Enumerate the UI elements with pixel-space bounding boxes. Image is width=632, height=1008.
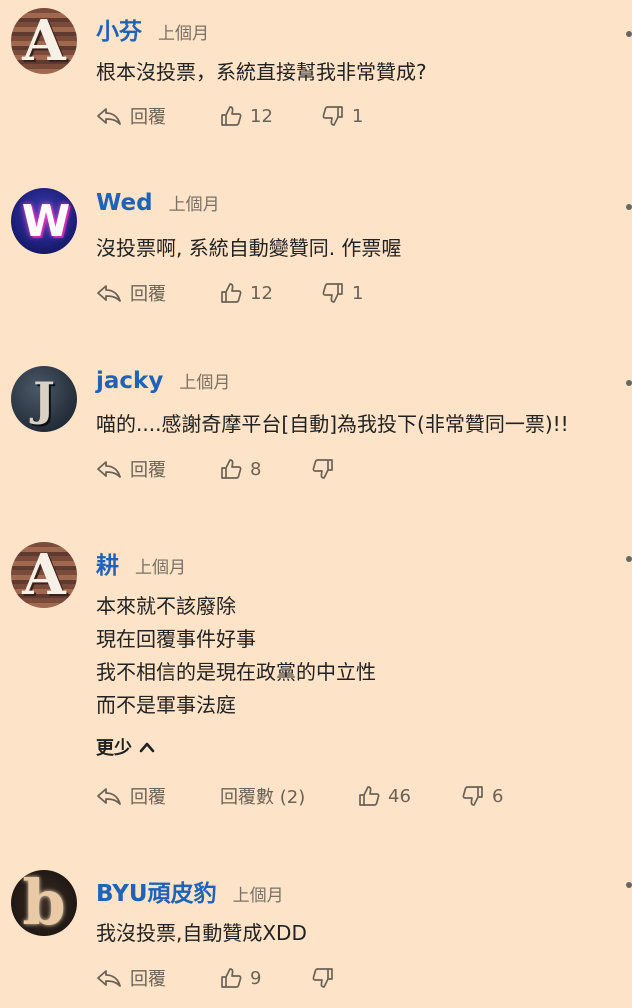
chevron-up-icon xyxy=(139,742,155,753)
comment-text: 沒投票啊, 系統自動變贊同. 作票喔 xyxy=(96,236,402,260)
thumbs-up-icon xyxy=(221,106,242,126)
replies-count-button[interactable]: 回覆數 (2) xyxy=(220,783,305,809)
comment-text: 我不相信的是現在政黨的中立性 xyxy=(96,660,376,684)
more-options-icon[interactable] xyxy=(626,204,632,210)
timestamp: 上個月 xyxy=(232,886,284,906)
like-button[interactable]: 12 xyxy=(220,280,273,306)
author-name[interactable]: 耕 xyxy=(96,546,119,580)
like-button[interactable]: 46 xyxy=(358,783,411,809)
like-count: 46 xyxy=(388,785,411,807)
more-options-icon[interactable] xyxy=(626,380,632,386)
comment-text: 本來就不該廢除 xyxy=(96,594,236,618)
author-name[interactable]: Wed xyxy=(96,190,153,216)
reply-icon xyxy=(97,461,121,478)
comment-text: 我沒投票,自動贊成XDD xyxy=(96,921,307,945)
reply-button[interactable]: 回覆 xyxy=(96,280,166,306)
dislike-count: 1 xyxy=(352,105,364,127)
dislike-button[interactable]: 1 xyxy=(322,103,363,129)
avatar[interactable]: J xyxy=(11,366,77,432)
like-count: 12 xyxy=(250,105,273,127)
dislike-count: 1 xyxy=(352,282,364,304)
reply-button[interactable]: 回覆 xyxy=(96,783,166,809)
dislike-button[interactable] xyxy=(312,456,334,482)
comment-text: 現在回覆事件好事 xyxy=(96,627,256,651)
thumbs-up-icon xyxy=(221,968,242,988)
author-name[interactable]: 小芬 xyxy=(96,12,142,46)
like-button[interactable]: 8 xyxy=(220,456,261,482)
show-less-button[interactable]: 更少 xyxy=(96,734,156,760)
like-count: 8 xyxy=(250,458,262,480)
thumbs-down-icon xyxy=(322,106,343,126)
timestamp: 上個月 xyxy=(179,373,231,393)
thumbs-up-icon xyxy=(359,786,380,806)
reply-icon xyxy=(97,108,121,125)
dislike-button[interactable]: 1 xyxy=(322,280,363,306)
like-count: 12 xyxy=(250,282,273,304)
thumbs-up-icon xyxy=(221,283,242,303)
more-options-icon[interactable] xyxy=(626,882,632,888)
avatar[interactable]: A xyxy=(11,542,77,608)
author-name[interactable]: BYU頑皮豹 xyxy=(96,874,217,908)
like-button[interactable]: 9 xyxy=(220,965,261,991)
like-button[interactable]: 12 xyxy=(220,103,273,129)
timestamp: 上個月 xyxy=(158,24,209,44)
like-count: 9 xyxy=(250,967,262,989)
thumbs-up-icon xyxy=(221,459,242,479)
reply-button[interactable]: 回覆 xyxy=(96,965,166,991)
dislike-button[interactable]: 6 xyxy=(462,783,503,809)
author-name[interactable]: jacky xyxy=(96,368,163,394)
reply-button[interactable]: 回覆 xyxy=(96,456,166,482)
thumbs-down-icon xyxy=(462,786,483,806)
comment-text: 而不是軍事法庭 xyxy=(96,693,236,717)
dislike-count: 6 xyxy=(492,785,504,807)
more-options-icon[interactable] xyxy=(626,31,632,37)
reply-button[interactable]: 回覆 xyxy=(96,103,166,129)
comment-text: 根本沒投票，系統直接幫我非常贊成? xyxy=(96,60,427,84)
avatar[interactable]: W xyxy=(11,188,77,254)
comment-text: 喵的....感謝奇摩平台[自動]為我投下(非常贊同一票)!! xyxy=(96,412,569,436)
timestamp: 上個月 xyxy=(168,195,220,215)
thumbs-down-icon xyxy=(322,283,343,303)
avatar[interactable]: A xyxy=(11,8,77,74)
thumbs-down-icon xyxy=(312,459,333,479)
more-options-icon[interactable] xyxy=(626,556,632,562)
dislike-button[interactable] xyxy=(312,965,334,991)
avatar[interactable]: b xyxy=(11,870,77,936)
reply-icon xyxy=(97,285,121,302)
timestamp: 上個月 xyxy=(135,558,186,578)
reply-icon xyxy=(97,970,121,987)
reply-icon xyxy=(97,788,121,805)
thumbs-down-icon xyxy=(312,968,333,988)
